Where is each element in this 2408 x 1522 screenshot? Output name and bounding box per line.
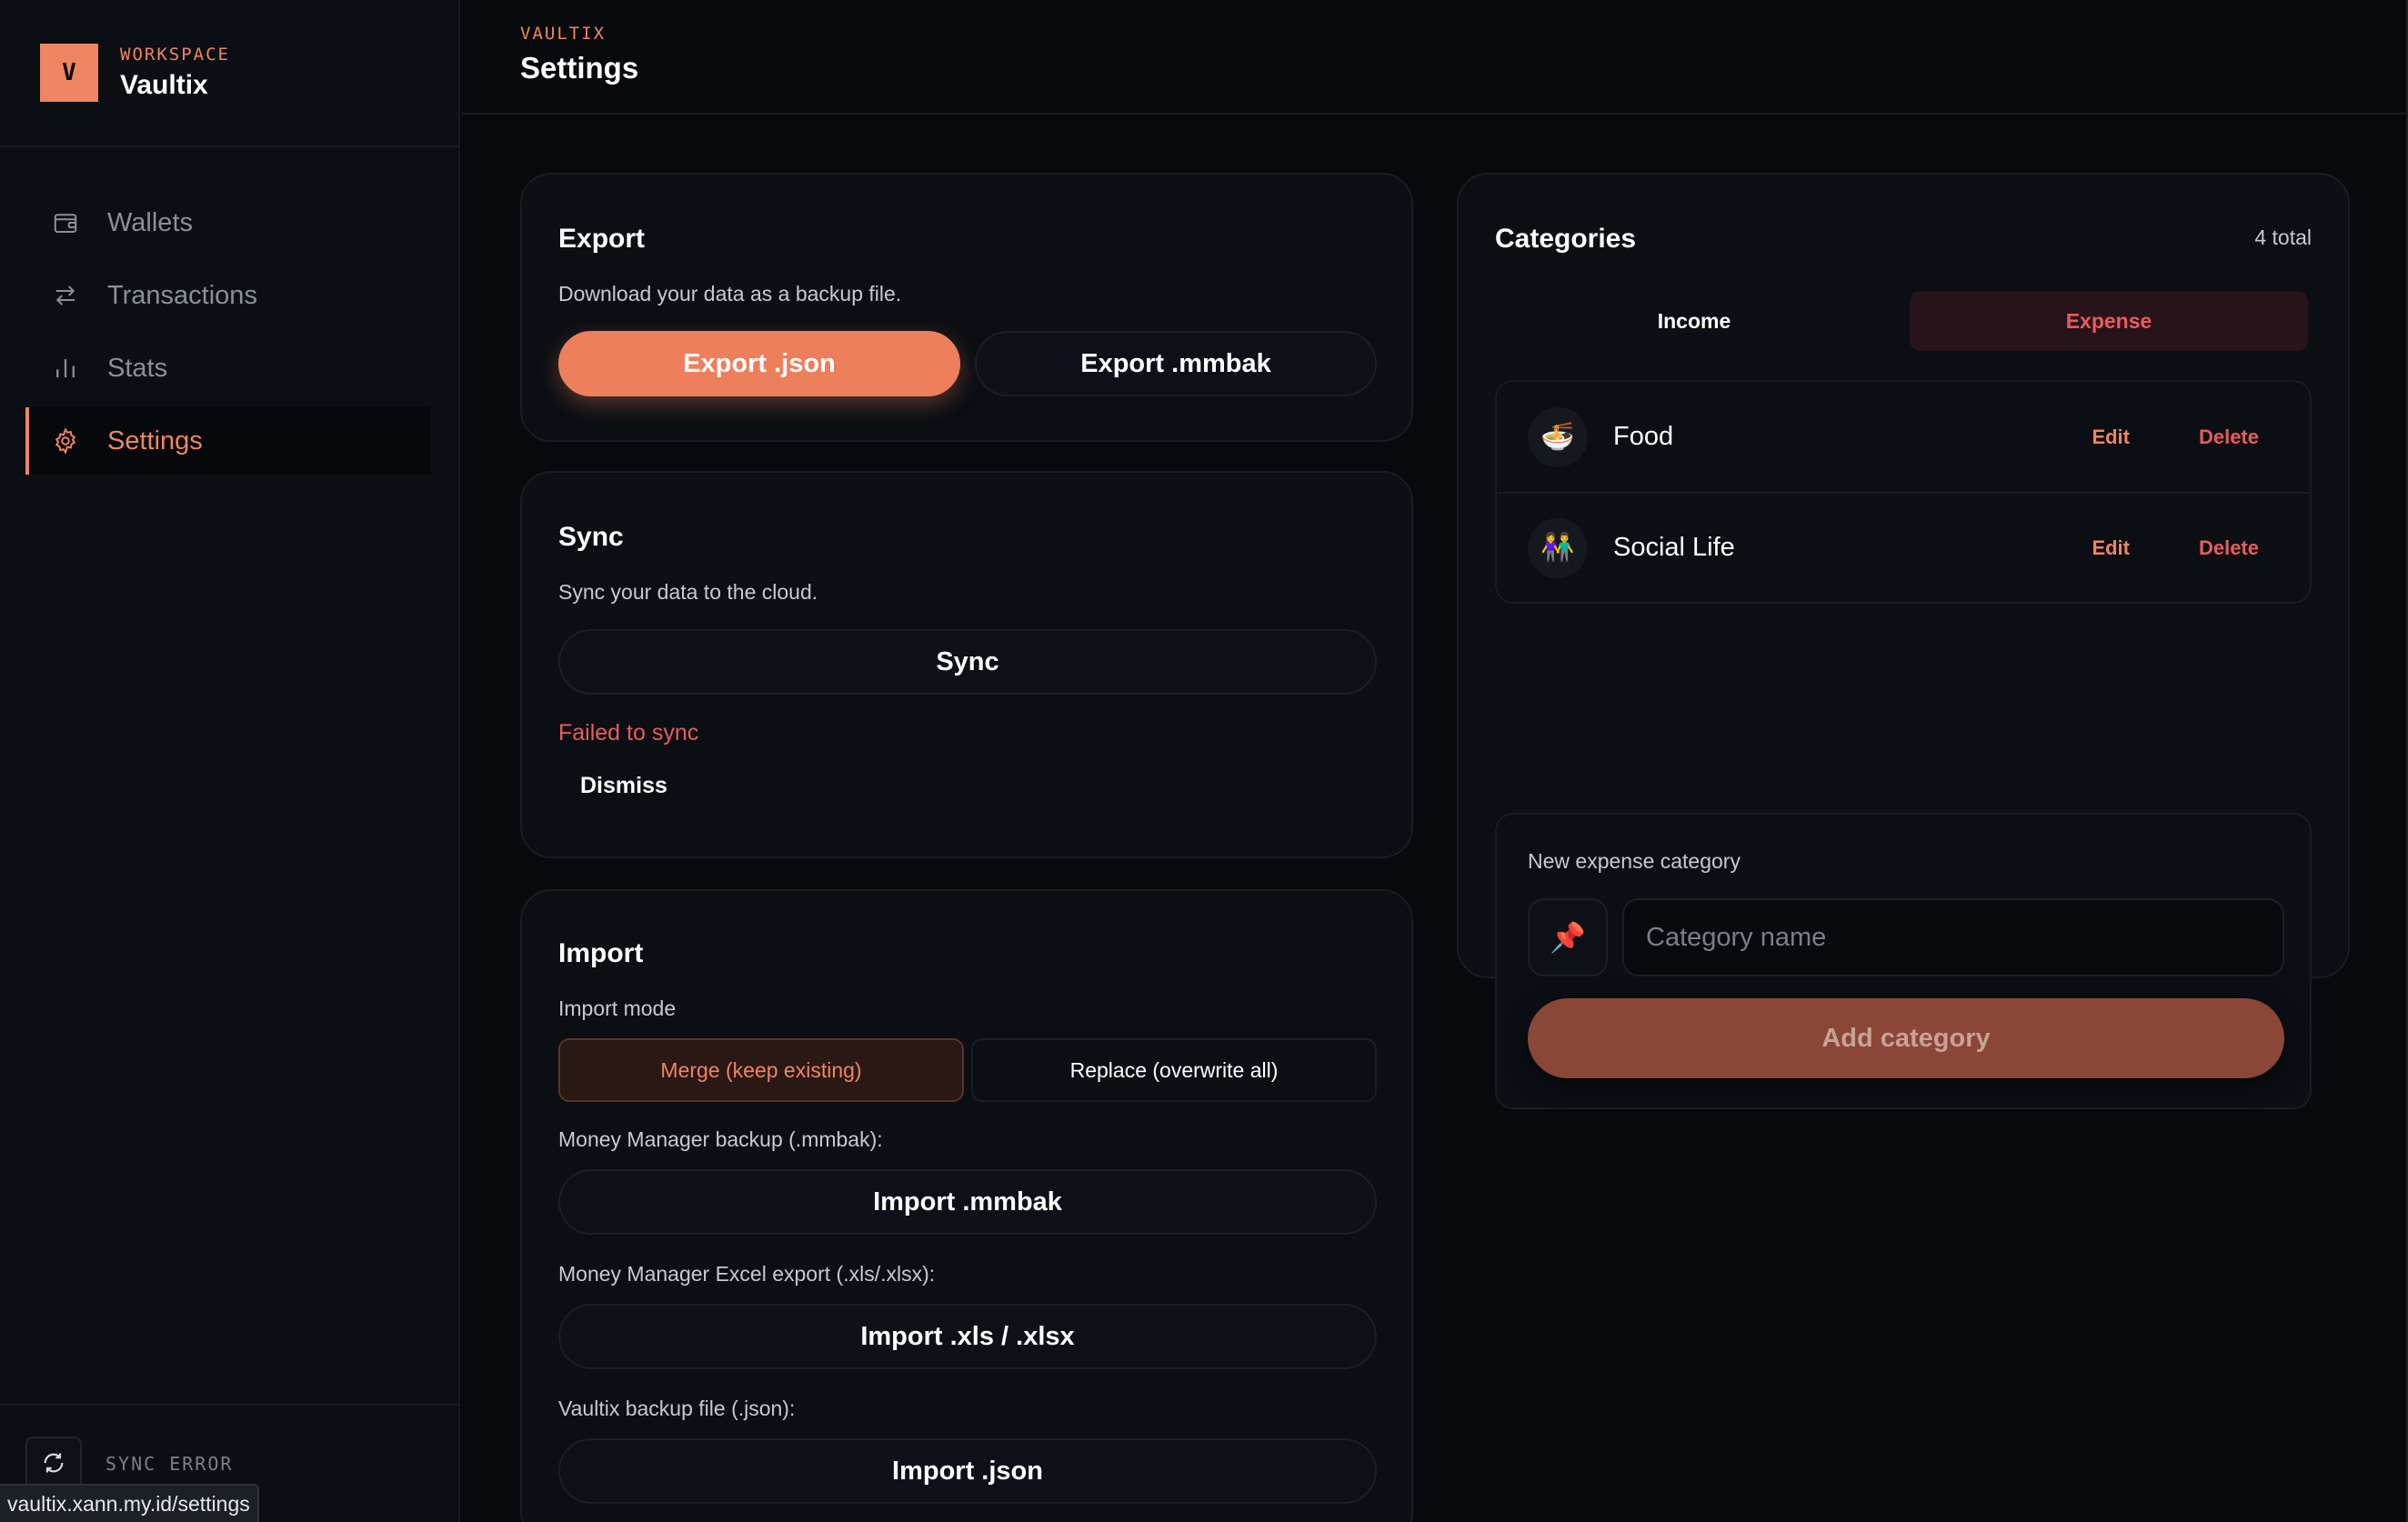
add-category-button[interactable]: Add category (1528, 998, 2284, 1078)
sidebar: V WORKSPACE Vaultix Wallets Transactions… (0, 0, 460, 1522)
edit-category-button[interactable]: Edit (2092, 426, 2130, 449)
sync-description: Sync your data to the cloud. (558, 580, 818, 604)
delete-category-button[interactable]: Delete (2199, 426, 2259, 449)
sidebar-item-wallets[interactable]: Wallets (25, 189, 431, 256)
import-mode-replace[interactable]: Replace (overwrite all) (971, 1038, 1377, 1102)
json-import-label: Vaultix backup file (.json): (558, 1397, 796, 1420)
category-name: Food (1613, 422, 1674, 451)
list-item: 🍜 Food Edit Delete (1497, 382, 2310, 492)
categories-card: Categories 4 total Income Expense 🍜 Food… (1457, 173, 2350, 1109)
sidebar-item-label: Stats (107, 353, 168, 383)
brand-name: Vaultix (120, 70, 208, 100)
edit-category-button[interactable]: Edit (2092, 536, 2130, 560)
sync-title: Sync (558, 522, 624, 552)
wallet-icon (51, 208, 80, 237)
sidebar-nav: Wallets Transactions Stats Settings (25, 189, 431, 480)
sidebar-item-label: Transactions (107, 280, 257, 310)
categories-count: 4 total (2254, 225, 2312, 249)
import-json-button[interactable]: Import .json (558, 1438, 1377, 1504)
brand-logo: V (40, 44, 98, 102)
page-title: Settings (520, 51, 639, 85)
page-header: VAULTIX Settings (462, 0, 2408, 115)
list-item: 👫 Social Life Edit Delete (1497, 492, 2310, 602)
export-description: Download your data as a backup file. (558, 282, 902, 305)
category-name-input[interactable] (1622, 898, 2284, 976)
import-card: Import Import mode Merge (keep existing)… (520, 889, 1413, 1522)
export-mmbak-button[interactable]: Export .mmbak (975, 331, 1377, 396)
mmbak-import-label: Money Manager backup (.mmbak): (558, 1127, 883, 1151)
categories-title: Categories (1495, 224, 1637, 254)
sidebar-item-label: Settings (107, 426, 203, 456)
export-card: Export Download your data as a backup fi… (520, 173, 1413, 442)
sidebar-item-settings[interactable]: Settings (25, 407, 431, 475)
status-url-tooltip: vaultix.xann.my.id/settings (0, 1484, 259, 1522)
gear-icon (51, 426, 80, 456)
sidebar-item-label: Wallets (107, 207, 193, 237)
new-category-form: New expense category 📌 Add category (1495, 813, 2312, 1109)
export-json-button[interactable]: Export .json (558, 331, 960, 396)
delete-category-button[interactable]: Delete (2199, 536, 2259, 560)
sidebar-item-stats[interactable]: Stats (25, 335, 431, 402)
tab-expense[interactable]: Expense (1910, 291, 2308, 351)
category-name: Social Life (1613, 533, 1735, 562)
category-list: 🍜 Food Edit Delete 👫 Social Life Edit De… (1495, 380, 2312, 604)
export-title: Export (558, 224, 646, 254)
sync-button[interactable]: Sync (558, 629, 1377, 695)
import-mmbak-button[interactable]: Import .mmbak (558, 1169, 1377, 1235)
pushpin-icon: 📌 (1550, 921, 1586, 954)
category-emoji: 🍜 (1528, 406, 1588, 467)
tab-income[interactable]: Income (1495, 291, 1893, 351)
dismiss-button[interactable]: Dismiss (580, 773, 667, 799)
refresh-icon (41, 1450, 66, 1480)
breadcrumb: VAULTIX (520, 24, 607, 44)
sync-status-label: SYNC ERROR (105, 1453, 234, 1475)
bar-chart-icon (51, 354, 80, 383)
emoji-picker-button[interactable]: 📌 (1528, 898, 1608, 976)
import-xls-button[interactable]: Import .xls / .xlsx (558, 1304, 1377, 1369)
xls-import-label: Money Manager Excel export (.xls/.xlsx): (558, 1262, 936, 1286)
new-category-label: New expense category (1528, 849, 1741, 873)
sync-card: Sync Sync your data to the cloud. Sync F… (520, 471, 1413, 858)
import-mode-label: Import mode (558, 996, 677, 1020)
sidebar-item-transactions[interactable]: Transactions (25, 262, 431, 329)
sync-error-message: Failed to sync (558, 720, 699, 746)
category-emoji: 👫 (1528, 517, 1588, 578)
import-title: Import (558, 938, 644, 968)
import-mode-merge[interactable]: Merge (keep existing) (558, 1038, 964, 1102)
brand-kicker: WORKSPACE (120, 45, 230, 65)
brand: V WORKSPACE Vaultix (0, 0, 458, 147)
arrows-icon (51, 281, 80, 310)
